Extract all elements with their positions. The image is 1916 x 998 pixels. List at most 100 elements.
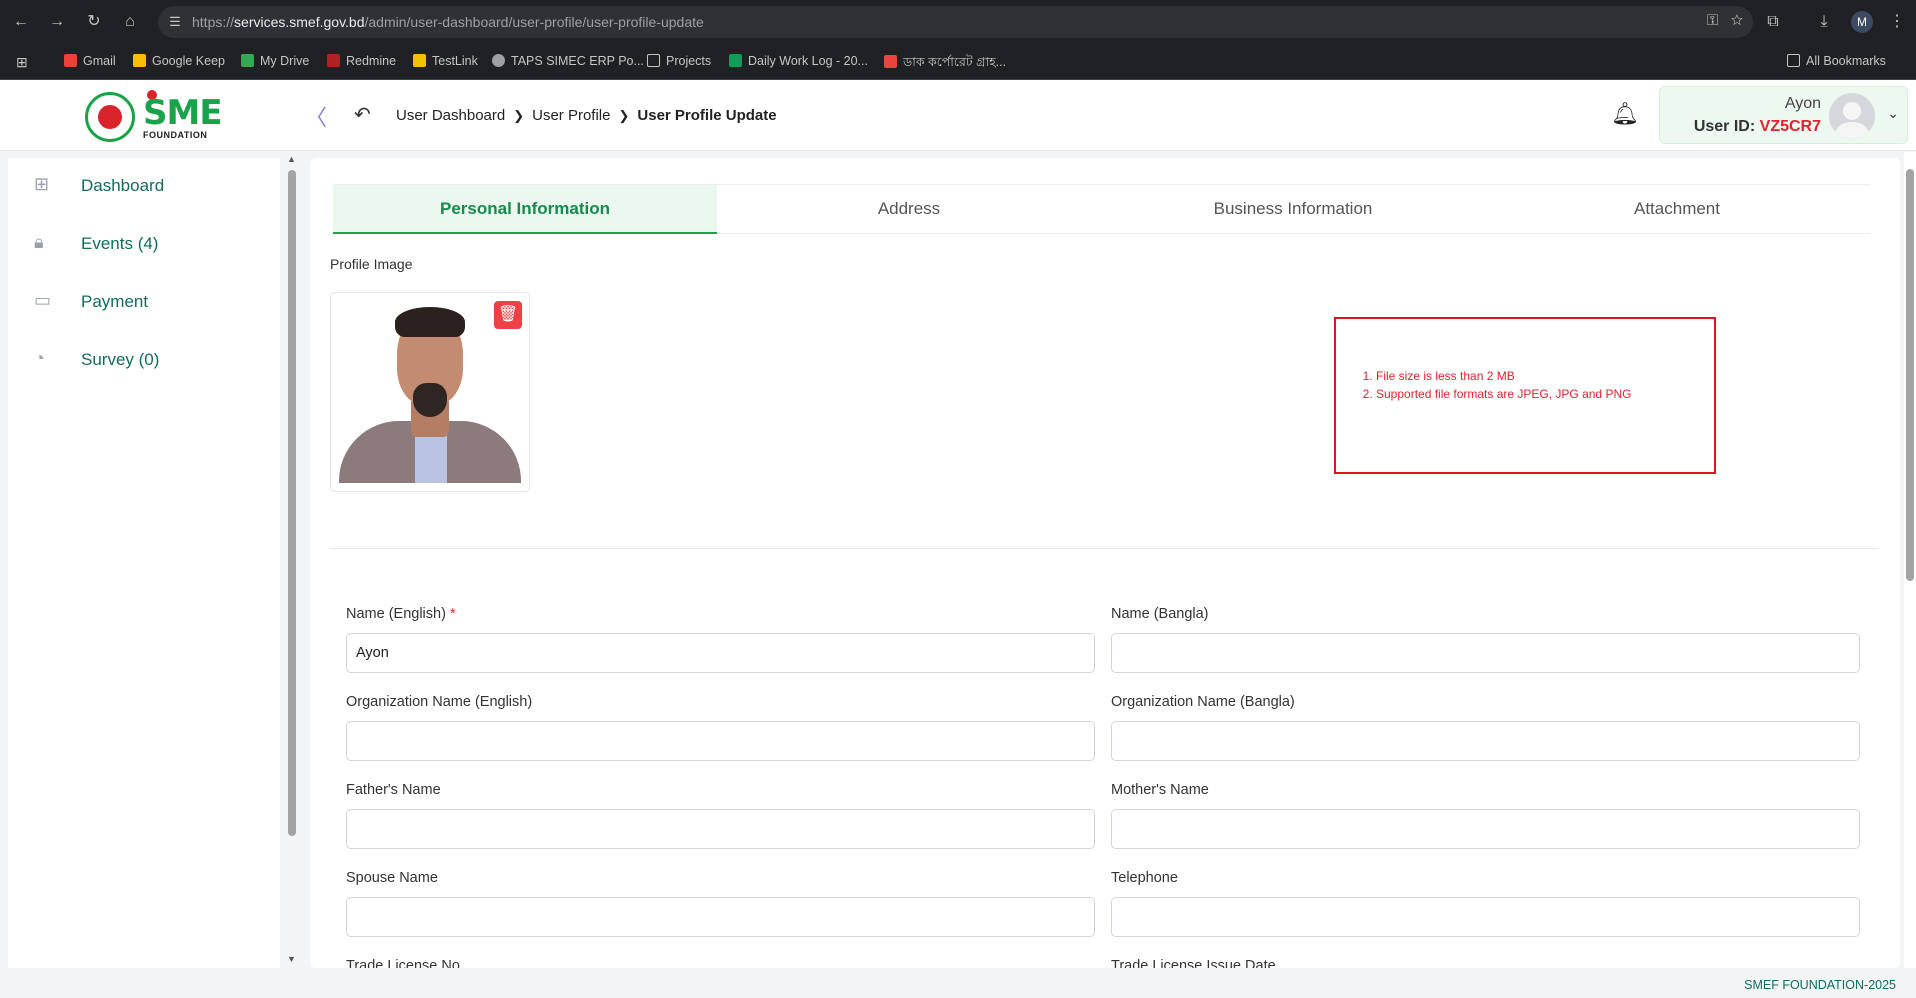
org-name-english-label: Organization Name (English) <box>346 694 533 710</box>
user-name: Ayon <box>1784 95 1821 112</box>
bookmark-redmine[interactable]: Redmine <box>327 54 396 68</box>
org-name-english-input[interactable] <box>346 721 1095 761</box>
tab-business-information[interactable]: Business Information <box>1101 185 1485 234</box>
trade-license-issue-date-label: Trade License Issue Date <box>1111 958 1276 968</box>
footer-copyright: SMEF FOUNDATION-2025 <box>1744 978 1896 992</box>
name-english-label: Name (English) * <box>346 606 456 622</box>
address-bar[interactable]: ☰ https://services.smef.gov.bd/admin/use… <box>158 6 1753 38</box>
apps-icon[interactable]: ⊞ <box>16 54 28 71</box>
bookmark-google-keep[interactable]: Google Keep <box>133 54 225 68</box>
forward-icon[interactable]: → <box>46 11 68 33</box>
sidebar: ⊞ Dashboard 🔒︎ Events (4) ▭ Payment ◔ Su… <box>8 158 280 968</box>
spouse-name-label: Spouse Name <box>346 870 438 886</box>
collapse-sidebar-icon[interactable]: 〈 <box>305 100 327 132</box>
menu-icon[interactable]: ⋮ <box>1886 11 1908 33</box>
page-scrollbar[interactable] <box>1904 152 1916 968</box>
profile-photo <box>339 301 521 483</box>
father-name-input[interactable] <box>346 809 1095 849</box>
logo-subtext: FOUNDATION <box>143 130 208 140</box>
globe-icon <box>492 54 505 67</box>
sidebar-item-label: Payment <box>81 292 149 311</box>
father-name-label: Father's Name <box>346 782 441 798</box>
main-content: Personal Information Address Business In… <box>310 158 1900 968</box>
scroll-up-icon[interactable]: ▲ <box>287 154 296 164</box>
drive-icon <box>241 54 254 67</box>
footer: SMEF FOUNDATION-2025 <box>0 970 1916 998</box>
chevron-right-icon: ❯ <box>618 108 630 123</box>
logo-text: SME <box>143 93 223 133</box>
download-icon[interactable]: ⤓ <box>1813 11 1835 33</box>
key-icon[interactable]: ⚿ <box>1707 12 1718 29</box>
telephone-input[interactable] <box>1111 897 1860 937</box>
telephone-label: Telephone <box>1111 870 1178 886</box>
scrollbar-thumb[interactable] <box>1906 169 1914 581</box>
bookmark-daily-work-log[interactable]: Daily Work Log - 20... <box>729 54 868 68</box>
emblem-icon <box>85 92 135 142</box>
mother-name-label: Mother's Name <box>1111 782 1209 798</box>
star-icon[interactable]: ☆ <box>1731 12 1743 29</box>
money-icon: ▭ <box>34 290 52 310</box>
divider <box>330 548 1878 549</box>
chevron-down-icon[interactable]: ⌄ <box>1887 105 1899 122</box>
home-icon[interactable]: ⌂ <box>119 11 141 33</box>
sheets-icon <box>729 54 742 67</box>
browser-toolbar: ← → ↻ ⌂ ☰ https://services.smef.gov.bd/a… <box>0 0 1916 44</box>
upload-requirements-box: File size is less than 2 MB Supported fi… <box>1334 317 1716 474</box>
profile-tabs: Personal Information Address Business In… <box>333 184 1870 234</box>
avatar <box>1829 93 1875 139</box>
user-menu[interactable]: Ayon User ID: VZ5CR7 ⌄ <box>1659 86 1908 144</box>
trade-license-no-label: Trade License No <box>346 958 460 968</box>
bell-icon[interactable]: 🔔︎ <box>1611 101 1639 127</box>
sidebar-item-label: Dashboard <box>81 176 165 195</box>
chevron-right-icon: ❯ <box>513 108 525 123</box>
name-bangla-label: Name (Bangla) <box>1111 606 1209 622</box>
mother-name-input[interactable] <box>1111 809 1860 849</box>
keep-icon <box>133 54 146 67</box>
tab-attachment[interactable]: Attachment <box>1485 185 1869 234</box>
pie-chart-icon: ◔ <box>34 348 45 368</box>
folder-icon <box>647 54 660 67</box>
extensions-icon[interactable]: ⧉ <box>1762 11 1784 33</box>
name-english-input[interactable] <box>346 633 1095 673</box>
requirements-list: File size is less than 2 MB Supported fi… <box>1336 367 1631 403</box>
breadcrumb-current: User Profile Update <box>637 107 777 124</box>
testlink-icon <box>413 54 426 67</box>
sidebar-scrollbar[interactable]: ▲ ▼ <box>286 154 298 968</box>
trash-icon[interactable]: 🗑︎ <box>494 301 522 329</box>
bookmark-testlink[interactable]: TestLink <box>413 54 478 68</box>
tab-address[interactable]: Address <box>717 185 1101 234</box>
bookmark-projects[interactable]: Projects <box>647 54 711 68</box>
org-name-bangla-input[interactable] <box>1111 721 1860 761</box>
sme-foundation-logo[interactable]: SME FOUNDATION <box>85 90 223 142</box>
app-header: SME FOUNDATION 〈 ↶ User Dashboard ❯ User P… <box>0 80 1916 151</box>
site-info-icon[interactable]: ☰ <box>164 11 186 33</box>
back-icon[interactable]: ← <box>10 11 32 33</box>
breadcrumb-user-dashboard[interactable]: User Dashboard <box>396 107 505 124</box>
bookmark-taps-erp[interactable]: TAPS SIMEC ERP Po... <box>492 54 644 68</box>
breadcrumb-user-profile[interactable]: User Profile <box>532 107 610 124</box>
dak-icon <box>884 55 897 68</box>
user-id: User ID: VZ5CR7 <box>1693 118 1821 135</box>
reload-icon[interactable]: ↻ <box>83 11 105 33</box>
bookmark-gmail[interactable]: Gmail <box>64 54 116 68</box>
sidebar-item-label: Survey (0) <box>81 350 160 369</box>
spouse-name-input[interactable] <box>346 897 1095 937</box>
undo-back-icon[interactable]: ↶ <box>354 102 371 127</box>
org-name-bangla-label: Organization Name (Bangla) <box>1111 694 1295 710</box>
sidebar-item-label: Events (4) <box>81 234 159 253</box>
redmine-icon <box>327 54 340 67</box>
profile-image-card[interactable]: 🗑︎ <box>330 292 530 492</box>
lock-icon: 🔒︎ <box>34 232 44 252</box>
scrollbar-thumb[interactable] <box>288 170 296 836</box>
url-actions: ⚿ ☆ <box>1707 12 1743 29</box>
bookmark-all[interactable]: All Bookmarks <box>1787 54 1886 68</box>
bookmark-dak[interactable]: ডাক কর্পোরেট গ্রাহ... <box>884 54 1006 74</box>
bookmark-my-drive[interactable]: My Drive <box>241 54 309 68</box>
scroll-down-icon[interactable]: ▼ <box>287 954 296 964</box>
name-bangla-input[interactable] <box>1111 633 1860 673</box>
requirement-item: File size is less than 2 MB <box>1376 367 1631 385</box>
profile-image-label: Profile Image <box>330 256 413 272</box>
tab-personal-information[interactable]: Personal Information <box>333 185 717 234</box>
browser-profile-avatar[interactable]: M <box>1851 11 1873 33</box>
bookmarks-bar: ⊞ Gmail Google Keep My Drive Redmine Tes… <box>0 44 1916 80</box>
